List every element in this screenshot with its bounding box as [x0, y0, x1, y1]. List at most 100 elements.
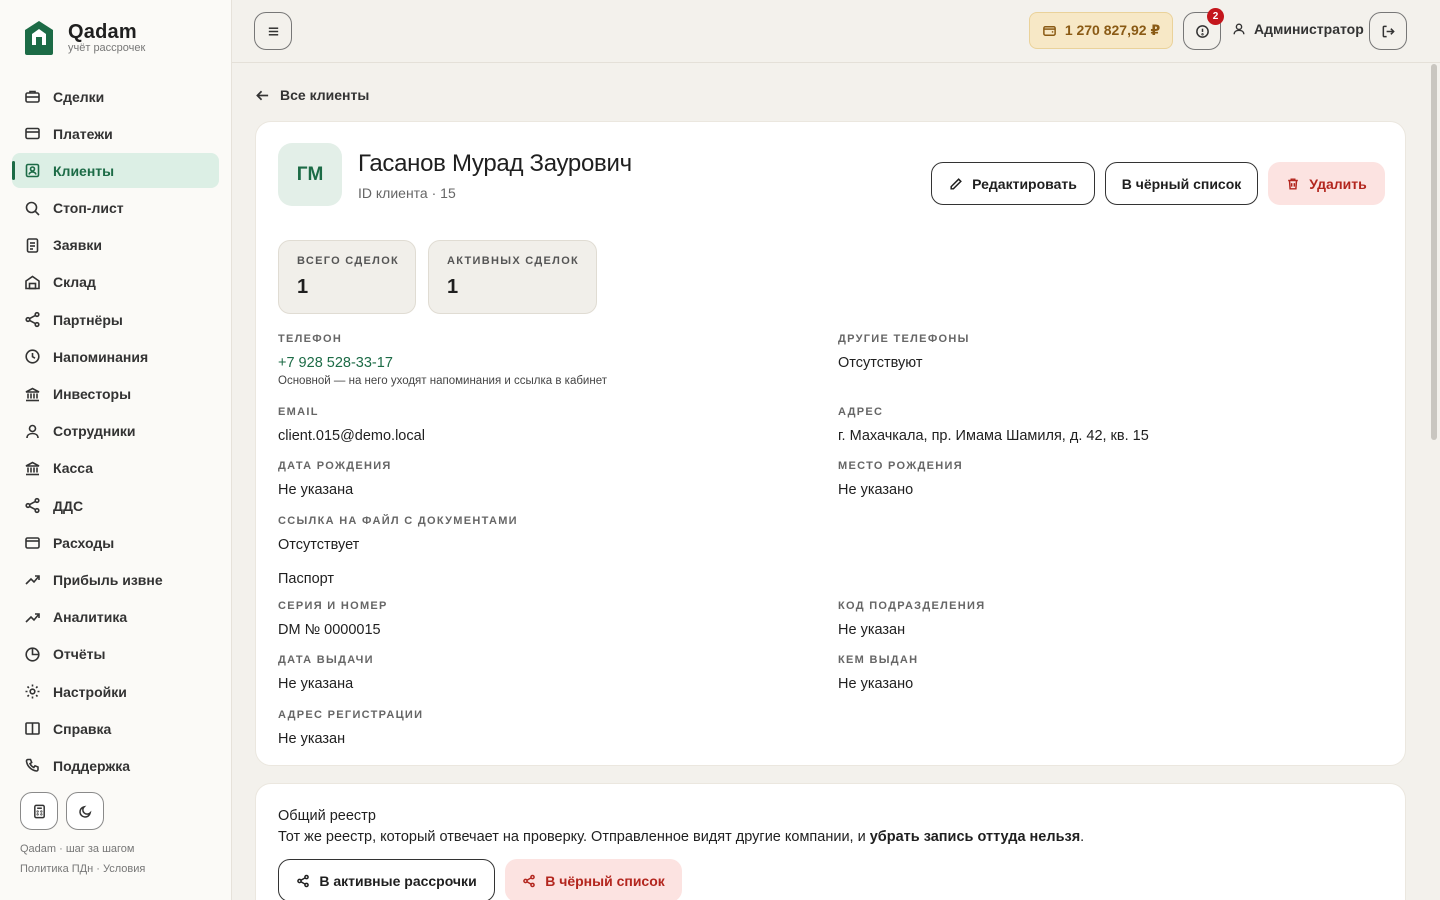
- share-icon: [297, 874, 310, 887]
- field-label: ССЫЛКА НА ФАЙЛ С ДОКУМЕНТАМИ: [278, 515, 518, 527]
- menu-toggle-button[interactable]: [254, 12, 292, 50]
- pencil-icon: [950, 177, 963, 190]
- moon-icon: [78, 805, 91, 818]
- share-icon: [523, 874, 536, 887]
- field-value: Отсутствует: [278, 537, 360, 553]
- user-icon: [1233, 23, 1245, 35]
- hamburger-icon: [268, 26, 278, 36]
- edit-label: Редактировать: [972, 175, 1077, 192]
- issue-date-field: ДАТА ВЫДАЧИ Не указана: [278, 653, 374, 693]
- credit-card-icon: [24, 125, 41, 142]
- footer-links[interactable]: Политика ПДн · Условия: [20, 859, 145, 879]
- field-value: client.015@demo.local: [278, 428, 425, 444]
- share-icon: [24, 311, 41, 328]
- balance-badge[interactable]: 1 270 827,92 ₽: [1029, 12, 1173, 49]
- field-label: ДРУГИЕ ТЕЛЕФОНЫ: [838, 333, 970, 345]
- field-value: Не указана: [278, 482, 354, 498]
- sidebar-item-13[interactable]: Прибыль извне: [12, 562, 219, 597]
- sidebar-item-10[interactable]: Касса: [12, 451, 219, 486]
- sidebar-item-8[interactable]: Инвесторы: [12, 377, 219, 412]
- sidebar-item-5[interactable]: Склад: [12, 265, 219, 300]
- sidebar-item-1[interactable]: Платежи: [12, 116, 219, 151]
- sidebar-item-label: Отчёты: [53, 646, 106, 663]
- sidebar-item-2[interactable]: Клиенты: [12, 153, 219, 189]
- reg-address-field: АДРЕС РЕГИСТРАЦИИ Не указан: [278, 708, 423, 748]
- client-name: Гасанов Мурад Заурович: [358, 150, 632, 177]
- wallet-icon: [24, 534, 41, 551]
- logout-button[interactable]: [1369, 12, 1407, 50]
- sidebar-item-15[interactable]: Отчёты: [12, 637, 219, 672]
- sidebar-item-label: Клиенты: [53, 162, 115, 179]
- field-value: Не указан: [278, 731, 346, 747]
- sidebar-item-11[interactable]: ДДС: [12, 488, 219, 523]
- share-icon: [24, 497, 41, 514]
- stat-value: 1: [447, 276, 459, 298]
- document-icon: [24, 237, 41, 254]
- wallet-icon: [1042, 26, 1056, 36]
- field-value: г. Махачкала, пр. Имама Шамиля, д. 42, к…: [838, 428, 1149, 444]
- sidebar-item-label: Заявки: [53, 237, 102, 254]
- warehouse-icon: [24, 274, 41, 291]
- sidebar-item-label: Прибыль извне: [53, 571, 163, 588]
- issued-by-field: КЕМ ВЫДАН Не указано: [838, 653, 918, 693]
- bank-icon: [24, 386, 41, 403]
- user-menu[interactable]: Администратор: [1232, 21, 1364, 37]
- page-scrollbar[interactable]: [1431, 64, 1437, 440]
- phone-link[interactable]: +7 928 528-33-17: [278, 354, 607, 372]
- sidebar-item-7[interactable]: Напоминания: [12, 339, 219, 374]
- sidebar-item-label: Поддержка: [53, 757, 131, 774]
- registry-desc-bold: убрать запись оттуда нельзя: [869, 829, 1081, 845]
- field-value: Не указано: [838, 482, 914, 498]
- sidebar-item-16[interactable]: Настройки: [12, 674, 219, 709]
- brand-tagline: учёт рассрочек: [68, 41, 146, 54]
- briefcase-icon: [24, 88, 41, 105]
- back-link-label: Все клиенты: [280, 87, 370, 103]
- clock-icon: [24, 348, 41, 365]
- field-label: EMAIL: [278, 406, 319, 418]
- registry-description: Тот же реестр, который отвечает на прове…: [278, 829, 1084, 845]
- send-active-installments-button[interactable]: В активные рассрочки: [278, 859, 495, 900]
- brand[interactable]: Qadam учёт рассрочек: [24, 20, 145, 56]
- birth-date-field: ДАТА РОЖДЕНИЯ Не указана: [278, 459, 392, 499]
- sidebar-item-14[interactable]: Аналитика: [12, 600, 219, 635]
- sidebar-footer: Qadam · шаг за шагом Политика ПДн · Усло…: [20, 839, 145, 879]
- registry-blacklist-label: В чёрный список: [545, 872, 665, 889]
- docs-link-field: ССЫЛКА НА ФАЙЛ С ДОКУМЕНТАМИ Отсутствует: [278, 514, 518, 554]
- topbar: 1 270 827,92 ₽ 2 Администратор: [232, 0, 1440, 63]
- send-blacklist-button[interactable]: В чёрный список: [505, 859, 682, 900]
- back-to-clients-link[interactable]: Все клиенты: [255, 87, 369, 103]
- notifications-button[interactable]: 2: [1183, 8, 1224, 50]
- sidebar-item-6[interactable]: Партнёры: [12, 302, 219, 337]
- stat-value: 1: [297, 276, 309, 298]
- stat-label: АКТИВНЫХ СДЕЛОК: [447, 255, 580, 267]
- sidebar-item-4[interactable]: Заявки: [12, 228, 219, 263]
- delete-label: Удалить: [1309, 175, 1367, 192]
- phone-note: Основной — на него уходят напоминания и …: [278, 375, 607, 387]
- contact-icon: [24, 162, 41, 179]
- field-value: Не указана: [278, 676, 354, 692]
- sidebar-item-0[interactable]: Сделки: [12, 79, 219, 114]
- calculator-button[interactable]: [20, 792, 58, 830]
- field-value: Не указан: [838, 622, 906, 638]
- theme-toggle-button[interactable]: [66, 792, 104, 830]
- sidebar-nav: Сделки Платежи Клиенты Стоп-лист Заявки Склад…: [12, 79, 219, 786]
- phone-field: ТЕЛЕФОН +7 928 528-33-17 Основной — на н…: [278, 332, 607, 387]
- sidebar-item-12[interactable]: Расходы: [12, 525, 219, 560]
- user-icon: [24, 423, 41, 440]
- edit-button[interactable]: Редактировать: [931, 162, 1095, 205]
- sidebar-item-9[interactable]: Сотрудники: [12, 414, 219, 449]
- sidebar-item-label: Платежи: [53, 125, 113, 142]
- book-icon: [24, 720, 41, 737]
- pie-chart-icon: [24, 646, 41, 663]
- trash-icon: [1288, 177, 1299, 190]
- sidebar-item-18[interactable]: Поддержка: [12, 748, 219, 783]
- field-label: СЕРИЯ И НОМЕР: [278, 600, 388, 612]
- sidebar-item-label: Сделки: [53, 88, 105, 105]
- sidebar-item-label: Партнёры: [53, 311, 123, 328]
- sidebar-item-17[interactable]: Справка: [12, 711, 219, 746]
- blacklist-button[interactable]: В чёрный список: [1105, 162, 1258, 205]
- field-label: АДРЕС РЕГИСТРАЦИИ: [278, 709, 424, 721]
- balance-amount: 1 270 827,92 ₽: [1064, 22, 1161, 38]
- sidebar-item-3[interactable]: Стоп-лист: [12, 191, 219, 226]
- delete-button[interactable]: Удалить: [1268, 162, 1385, 205]
